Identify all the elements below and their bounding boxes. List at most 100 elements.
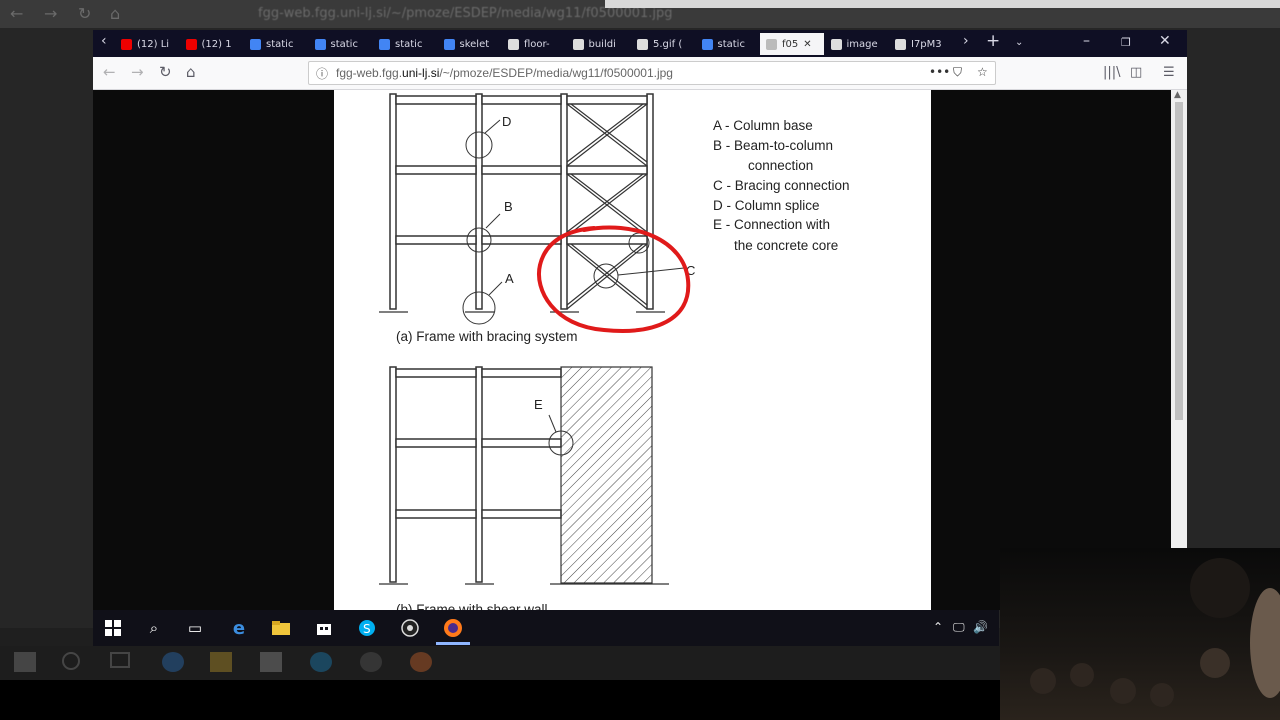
library-icon[interactable]: |||\ <box>1103 65 1121 80</box>
tab[interactable]: static <box>309 33 373 55</box>
outer-skype-icon <box>310 652 332 672</box>
bookmark-star-icon[interactable]: ☆ <box>977 65 988 79</box>
tab-list-icon[interactable]: ⌄ <box>1015 37 1023 48</box>
outer-store-icon <box>260 652 282 672</box>
outer-start-icon <box>14 652 36 672</box>
taskbar: ⌕ ▭ e S ⌃ 🖵 🔊 <box>93 610 999 646</box>
webcam-overlay <box>1000 548 1280 720</box>
frame-a-beams <box>395 95 648 245</box>
outer-right-panel <box>605 0 1280 8</box>
obs-icon[interactable] <box>398 616 422 640</box>
tab[interactable]: buildi <box>567 33 631 55</box>
menu-icon[interactable]: ☰ <box>1163 65 1175 80</box>
outer-reload-icon: ↻ <box>78 4 92 23</box>
legend-item: A - Column base <box>713 118 813 133</box>
tab-label: skelet <box>459 38 490 50</box>
back-icon[interactable]: ← <box>103 63 116 81</box>
navigation-bar: ← → ↻ ⌂ ⓘ fgg-web.fgg.uni-lj.si/~/pmoze/… <box>93 57 1187 90</box>
vertical-scrollbar[interactable]: ▲ <box>1171 90 1187 550</box>
tray-expand-icon[interactable]: ⌃ <box>933 620 943 634</box>
google-icon <box>379 38 390 50</box>
webcam-person <box>1070 663 1094 687</box>
close-window-icon[interactable]: ✕ <box>1159 33 1171 49</box>
tab[interactable]: I7pM3 <box>889 33 953 55</box>
legend-item: D - Column splice <box>713 198 820 213</box>
tab[interactable]: f05 ✕ <box>760 33 824 55</box>
tab[interactable]: image <box>825 33 889 55</box>
tab-scroll-right-icon[interactable]: › <box>963 33 969 49</box>
caption-b: (b) Frame with shear wall <box>396 602 548 610</box>
volume-icon[interactable]: 🔊 <box>973 620 988 634</box>
tab[interactable]: static <box>696 33 760 55</box>
google-icon <box>314 38 326 50</box>
skype-icon[interactable]: S <box>355 616 379 640</box>
google-icon <box>701 38 713 50</box>
legend-item: the concrete core <box>734 238 838 253</box>
webcam-person <box>1250 588 1280 698</box>
outer-back-icon: ← <box>10 4 24 23</box>
frame-a-bracing <box>566 103 648 310</box>
task-view-icon[interactable]: ▭ <box>183 616 207 640</box>
tab-bar: ‹ (12) Li (12) 1 static static static skelet f… <box>93 30 1187 57</box>
url-text[interactable]: fgg-web.fgg.uni-lj.si/~/pmoze/ESDEP/medi… <box>336 66 673 80</box>
restore-icon[interactable]: ❐ <box>1121 36 1131 49</box>
file-explorer-icon[interactable] <box>269 616 293 640</box>
caption-a: (a) Frame with bracing system <box>396 329 578 344</box>
url-bar[interactable]: ⓘ fgg-web.fgg.uni-lj.si/~/pmoze/ESDEP/me… <box>308 61 996 85</box>
new-tab-icon[interactable]: + <box>986 31 1000 51</box>
minimize-icon[interactable]: – <box>1083 33 1090 49</box>
store-icon[interactable] <box>312 616 336 640</box>
windows-start-icon[interactable] <box>101 616 125 640</box>
site-info-icon[interactable]: ⓘ <box>316 65 328 82</box>
scroll-up-icon[interactable]: ▲ <box>1174 90 1181 100</box>
tab-label: static <box>395 38 423 50</box>
tab[interactable]: static <box>244 33 308 55</box>
close-tab-icon[interactable]: ✕ <box>803 39 811 50</box>
legend-item: connection <box>748 158 813 173</box>
outer-firefox-icon <box>410 652 432 672</box>
legend-item: B - Beam-to-column <box>713 138 833 153</box>
scrollbar-thumb[interactable] <box>1175 102 1183 420</box>
tab[interactable]: floor- <box>502 33 566 55</box>
tab[interactable]: 5.gif ( <box>631 33 695 55</box>
tab[interactable]: skelet <box>438 33 502 55</box>
tab-label: image <box>846 38 878 50</box>
tab-label: floor- <box>524 38 550 50</box>
outer-search-icon <box>62 652 80 670</box>
tab[interactable]: static <box>373 33 437 55</box>
tab-label: (12) 1 <box>201 38 232 50</box>
tab-scroll-left-icon[interactable]: ‹ <box>101 33 107 49</box>
tab[interactable]: (12) Li <box>115 33 179 55</box>
firefox-window: ‹ (12) Li (12) 1 static static static skelet f… <box>93 30 1187 610</box>
svg-text:S: S <box>363 622 371 636</box>
webcam-person <box>1030 668 1056 694</box>
tab[interactable]: (12) 1 <box>180 33 244 55</box>
webcam-person <box>1150 683 1174 707</box>
label-a: A <box>505 271 514 286</box>
page-icon <box>830 38 842 50</box>
edge-icon[interactable]: e <box>227 616 251 640</box>
firefox-icon[interactable] <box>441 616 465 640</box>
google-icon <box>250 38 261 50</box>
tab-label: buildi <box>588 38 616 50</box>
reload-icon[interactable]: ↻ <box>159 63 172 81</box>
outer-home-icon: ⌂ <box>110 4 121 23</box>
bottom-strip <box>0 680 1000 720</box>
forward-icon[interactable]: → <box>131 63 144 81</box>
search-icon[interactable]: ⌕ <box>142 616 166 640</box>
webcam-shape <box>1190 558 1250 618</box>
outer-edge-icon <box>162 652 184 672</box>
tab-label: static <box>717 38 745 50</box>
home-icon[interactable]: ⌂ <box>186 63 196 81</box>
image-icon <box>766 38 777 50</box>
page-viewport: D B A C A - Column base B - Beam-to-colu… <box>93 90 1171 610</box>
sidebar-icon[interactable]: ◫ <box>1130 65 1142 80</box>
youtube-icon <box>185 38 197 50</box>
pocket-icon[interactable]: ⛉ <box>953 65 962 80</box>
legend-item: C - Bracing connection <box>713 178 850 193</box>
webcam-person <box>1200 648 1230 678</box>
youtube-icon <box>121 38 132 50</box>
page-actions-icon[interactable]: ••• <box>929 65 950 79</box>
network-icon[interactable]: 🖵 <box>953 620 965 635</box>
tab-label: 5.gif ( <box>653 38 683 50</box>
